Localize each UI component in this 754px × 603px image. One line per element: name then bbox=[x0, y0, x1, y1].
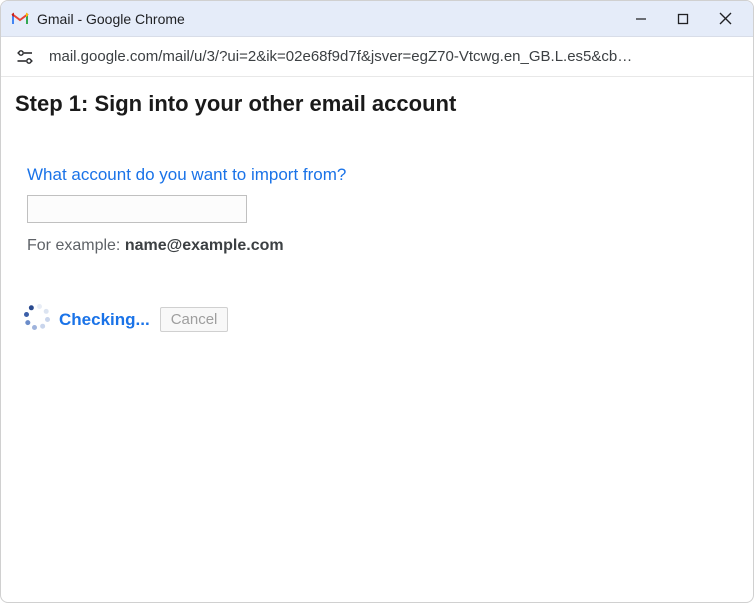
chrome-window: Gmail - Google Chrome mail. bbox=[0, 0, 754, 603]
close-button[interactable] bbox=[715, 9, 735, 29]
example-email: name@example.com bbox=[125, 237, 284, 254]
page-content: Step 1: Sign into your other email accou… bbox=[1, 77, 753, 602]
titlebar: Gmail - Google Chrome bbox=[1, 1, 753, 37]
window-controls bbox=[631, 9, 735, 29]
minimize-button[interactable] bbox=[631, 9, 651, 29]
gmail-icon bbox=[11, 12, 29, 26]
address-bar[interactable]: mail.google.com/mail/u/3/?ui=2&ik=02e68f… bbox=[1, 37, 753, 77]
prompt-label: What account do you want to import from? bbox=[27, 165, 739, 185]
site-settings-icon[interactable] bbox=[15, 47, 35, 67]
example-text: For example: name@example.com bbox=[27, 237, 739, 255]
page-heading: Step 1: Sign into your other email accou… bbox=[15, 91, 739, 117]
spinner-icon bbox=[29, 310, 49, 330]
example-prefix: For example: bbox=[27, 237, 125, 254]
window-title: Gmail - Google Chrome bbox=[37, 11, 185, 27]
maximize-button[interactable] bbox=[673, 9, 693, 29]
status-row: Checking... Cancel bbox=[29, 307, 739, 332]
url-text: mail.google.com/mail/u/3/?ui=2&ik=02e68f… bbox=[49, 48, 739, 65]
email-input[interactable] bbox=[27, 195, 247, 223]
cancel-button[interactable]: Cancel bbox=[160, 307, 229, 332]
status-text: Checking... bbox=[59, 310, 150, 330]
